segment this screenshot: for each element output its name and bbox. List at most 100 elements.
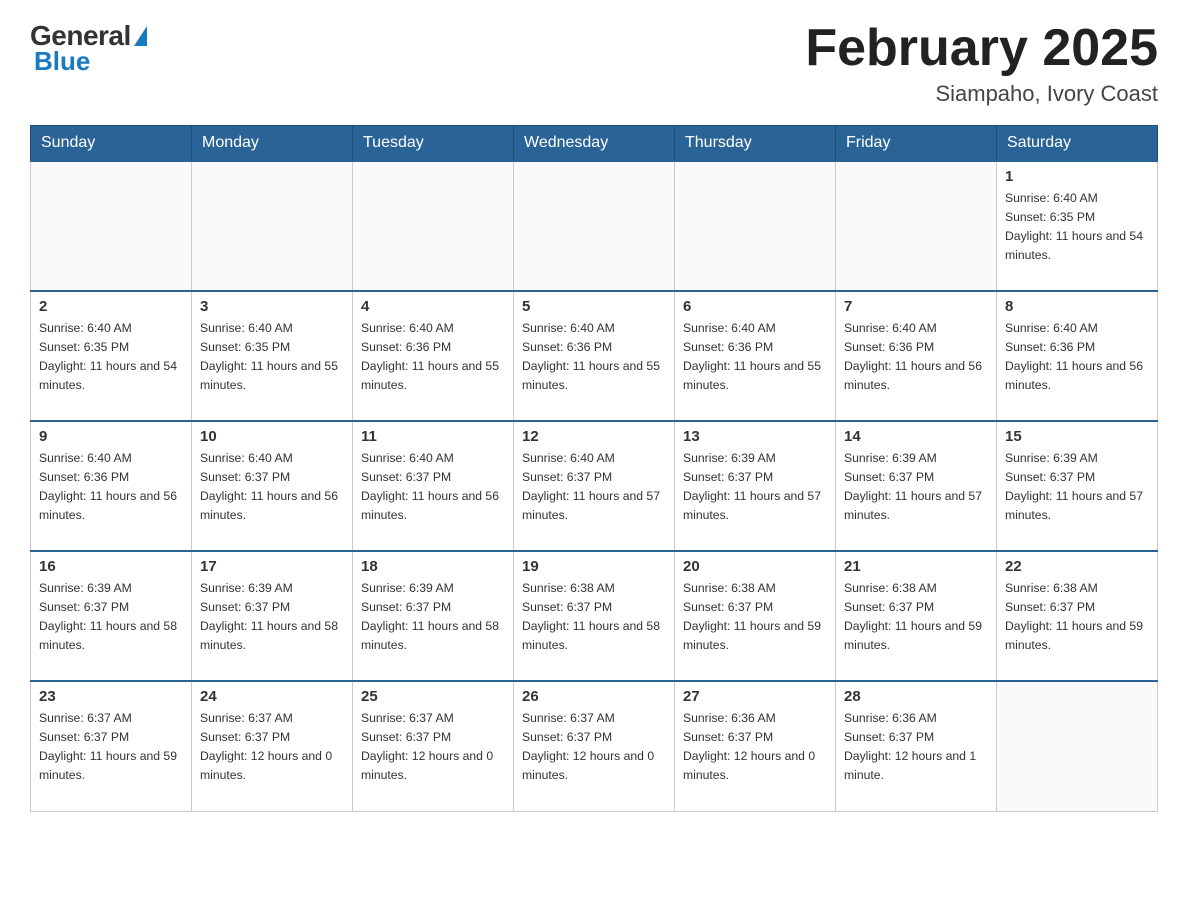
calendar-day-cell: 16 Sunrise: 6:39 AMSunset: 6:37 PMDayligh… bbox=[31, 551, 192, 681]
day-number: 10 bbox=[200, 428, 344, 445]
calendar-day-cell: 18 Sunrise: 6:39 AMSunset: 6:37 PMDayligh… bbox=[353, 551, 514, 681]
logo: General Blue bbox=[30, 20, 147, 77]
calendar-day-cell bbox=[192, 161, 353, 291]
day-info: Sunrise: 6:36 AMSunset: 6:37 PMDaylight:… bbox=[844, 709, 988, 785]
day-info: Sunrise: 6:39 AMSunset: 6:37 PMDaylight:… bbox=[1005, 449, 1149, 525]
weekday-header-thursday: Thursday bbox=[675, 126, 836, 162]
day-number: 22 bbox=[1005, 558, 1149, 575]
calendar-day-cell: 10 Sunrise: 6:40 AMSunset: 6:37 PMDayligh… bbox=[192, 421, 353, 551]
day-number: 7 bbox=[844, 298, 988, 315]
day-info: Sunrise: 6:40 AMSunset: 6:37 PMDaylight:… bbox=[361, 449, 505, 525]
calendar-day-cell: 7 Sunrise: 6:40 AMSunset: 6:36 PMDaylight… bbox=[836, 291, 997, 421]
day-number: 24 bbox=[200, 688, 344, 705]
calendar-table: SundayMondayTuesdayWednesdayThursdayFrid… bbox=[30, 125, 1158, 812]
calendar-week-row: 9 Sunrise: 6:40 AMSunset: 6:36 PMDaylight… bbox=[31, 421, 1158, 551]
location-label: Siampaho, Ivory Coast bbox=[805, 81, 1158, 107]
title-block: February 2025 Siampaho, Ivory Coast bbox=[805, 20, 1158, 107]
day-number: 21 bbox=[844, 558, 988, 575]
calendar-week-row: 2 Sunrise: 6:40 AMSunset: 6:35 PMDaylight… bbox=[31, 291, 1158, 421]
weekday-header-row: SundayMondayTuesdayWednesdayThursdayFrid… bbox=[31, 126, 1158, 162]
day-info: Sunrise: 6:40 AMSunset: 6:35 PMDaylight:… bbox=[200, 319, 344, 395]
calendar-day-cell bbox=[353, 161, 514, 291]
day-number: 23 bbox=[39, 688, 183, 705]
calendar-day-cell bbox=[675, 161, 836, 291]
calendar-day-cell: 9 Sunrise: 6:40 AMSunset: 6:36 PMDaylight… bbox=[31, 421, 192, 551]
day-info: Sunrise: 6:40 AMSunset: 6:36 PMDaylight:… bbox=[683, 319, 827, 395]
weekday-header-wednesday: Wednesday bbox=[514, 126, 675, 162]
day-info: Sunrise: 6:37 AMSunset: 6:37 PMDaylight:… bbox=[361, 709, 505, 785]
day-number: 17 bbox=[200, 558, 344, 575]
calendar-week-row: 16 Sunrise: 6:39 AMSunset: 6:37 PMDayligh… bbox=[31, 551, 1158, 681]
day-info: Sunrise: 6:36 AMSunset: 6:37 PMDaylight:… bbox=[683, 709, 827, 785]
logo-triangle-icon bbox=[134, 26, 147, 46]
day-info: Sunrise: 6:38 AMSunset: 6:37 PMDaylight:… bbox=[1005, 579, 1149, 655]
calendar-day-cell: 15 Sunrise: 6:39 AMSunset: 6:37 PMDayligh… bbox=[997, 421, 1158, 551]
calendar-day-cell bbox=[31, 161, 192, 291]
day-info: Sunrise: 6:40 AMSunset: 6:36 PMDaylight:… bbox=[522, 319, 666, 395]
day-number: 1 bbox=[1005, 168, 1149, 185]
day-number: 25 bbox=[361, 688, 505, 705]
calendar-day-cell: 28 Sunrise: 6:36 AMSunset: 6:37 PMDayligh… bbox=[836, 681, 997, 811]
calendar-day-cell: 27 Sunrise: 6:36 AMSunset: 6:37 PMDayligh… bbox=[675, 681, 836, 811]
day-info: Sunrise: 6:40 AMSunset: 6:37 PMDaylight:… bbox=[522, 449, 666, 525]
day-info: Sunrise: 6:39 AMSunset: 6:37 PMDaylight:… bbox=[683, 449, 827, 525]
day-info: Sunrise: 6:40 AMSunset: 6:37 PMDaylight:… bbox=[200, 449, 344, 525]
day-number: 19 bbox=[522, 558, 666, 575]
day-number: 2 bbox=[39, 298, 183, 315]
day-number: 6 bbox=[683, 298, 827, 315]
calendar-day-cell: 6 Sunrise: 6:40 AMSunset: 6:36 PMDaylight… bbox=[675, 291, 836, 421]
day-number: 15 bbox=[1005, 428, 1149, 445]
day-info: Sunrise: 6:37 AMSunset: 6:37 PMDaylight:… bbox=[39, 709, 183, 785]
logo-blue-text: Blue bbox=[34, 46, 90, 77]
calendar-day-cell: 21Sunrise: 6:38 AMSunset: 6:37 PMDayligh… bbox=[836, 551, 997, 681]
day-info: Sunrise: 6:39 AMSunset: 6:37 PMDaylight:… bbox=[361, 579, 505, 655]
calendar-day-cell: 22 Sunrise: 6:38 AMSunset: 6:37 PMDayligh… bbox=[997, 551, 1158, 681]
weekday-header-tuesday: Tuesday bbox=[353, 126, 514, 162]
calendar-day-cell: 19 Sunrise: 6:38 AMSunset: 6:37 PMDayligh… bbox=[514, 551, 675, 681]
calendar-day-cell: 3 Sunrise: 6:40 AMSunset: 6:35 PMDaylight… bbox=[192, 291, 353, 421]
calendar-day-cell: 26 Sunrise: 6:37 AMSunset: 6:37 PMDayligh… bbox=[514, 681, 675, 811]
day-number: 18 bbox=[361, 558, 505, 575]
weekday-header-sunday: Sunday bbox=[31, 126, 192, 162]
day-info: Sunrise: 6:37 AMSunset: 6:37 PMDaylight:… bbox=[200, 709, 344, 785]
calendar-day-cell: 5Sunrise: 6:40 AMSunset: 6:36 PMDaylight… bbox=[514, 291, 675, 421]
calendar-day-cell: 12Sunrise: 6:40 AMSunset: 6:37 PMDayligh… bbox=[514, 421, 675, 551]
day-info: Sunrise: 6:40 AMSunset: 6:36 PMDaylight:… bbox=[844, 319, 988, 395]
page-header: General Blue February 2025 Siampaho, Ivo… bbox=[30, 20, 1158, 107]
calendar-day-cell bbox=[514, 161, 675, 291]
day-number: 11 bbox=[361, 428, 505, 445]
day-number: 26 bbox=[522, 688, 666, 705]
calendar-day-cell bbox=[997, 681, 1158, 811]
calendar-day-cell: 4 Sunrise: 6:40 AMSunset: 6:36 PMDaylight… bbox=[353, 291, 514, 421]
day-info: Sunrise: 6:40 AMSunset: 6:35 PMDaylight:… bbox=[1005, 189, 1149, 265]
calendar-day-cell: 17 Sunrise: 6:39 AMSunset: 6:37 PMDayligh… bbox=[192, 551, 353, 681]
day-number: 9 bbox=[39, 428, 183, 445]
day-number: 28 bbox=[844, 688, 988, 705]
calendar-day-cell: 23 Sunrise: 6:37 AMSunset: 6:37 PMDayligh… bbox=[31, 681, 192, 811]
calendar-day-cell: 8Sunrise: 6:40 AMSunset: 6:36 PMDaylight… bbox=[997, 291, 1158, 421]
day-number: 8 bbox=[1005, 298, 1149, 315]
day-info: Sunrise: 6:39 AMSunset: 6:37 PMDaylight:… bbox=[39, 579, 183, 655]
month-title: February 2025 bbox=[805, 20, 1158, 77]
weekday-header-monday: Monday bbox=[192, 126, 353, 162]
calendar-week-row: 23 Sunrise: 6:37 AMSunset: 6:37 PMDayligh… bbox=[31, 681, 1158, 811]
calendar-week-row: 1 Sunrise: 6:40 AMSunset: 6:35 PMDaylight… bbox=[31, 161, 1158, 291]
day-info: Sunrise: 6:40 AMSunset: 6:36 PMDaylight:… bbox=[39, 449, 183, 525]
calendar-day-cell bbox=[836, 161, 997, 291]
calendar-day-cell: 20 Sunrise: 6:38 AMSunset: 6:37 PMDayligh… bbox=[675, 551, 836, 681]
day-number: 20 bbox=[683, 558, 827, 575]
day-info: Sunrise: 6:40 AMSunset: 6:36 PMDaylight:… bbox=[361, 319, 505, 395]
day-number: 27 bbox=[683, 688, 827, 705]
day-number: 16 bbox=[39, 558, 183, 575]
calendar-day-cell: 24 Sunrise: 6:37 AMSunset: 6:37 PMDayligh… bbox=[192, 681, 353, 811]
day-info: Sunrise: 6:40 AMSunset: 6:35 PMDaylight:… bbox=[39, 319, 183, 395]
day-number: 13 bbox=[683, 428, 827, 445]
calendar-day-cell: 14Sunrise: 6:39 AMSunset: 6:37 PMDayligh… bbox=[836, 421, 997, 551]
day-info: Sunrise: 6:37 AMSunset: 6:37 PMDaylight:… bbox=[522, 709, 666, 785]
day-info: Sunrise: 6:38 AMSunset: 6:37 PMDaylight:… bbox=[522, 579, 666, 655]
day-info: Sunrise: 6:39 AMSunset: 6:37 PMDaylight:… bbox=[200, 579, 344, 655]
day-number: 4 bbox=[361, 298, 505, 315]
weekday-header-saturday: Saturday bbox=[997, 126, 1158, 162]
day-number: 3 bbox=[200, 298, 344, 315]
day-info: Sunrise: 6:38 AMSunset: 6:37 PMDaylight:… bbox=[683, 579, 827, 655]
